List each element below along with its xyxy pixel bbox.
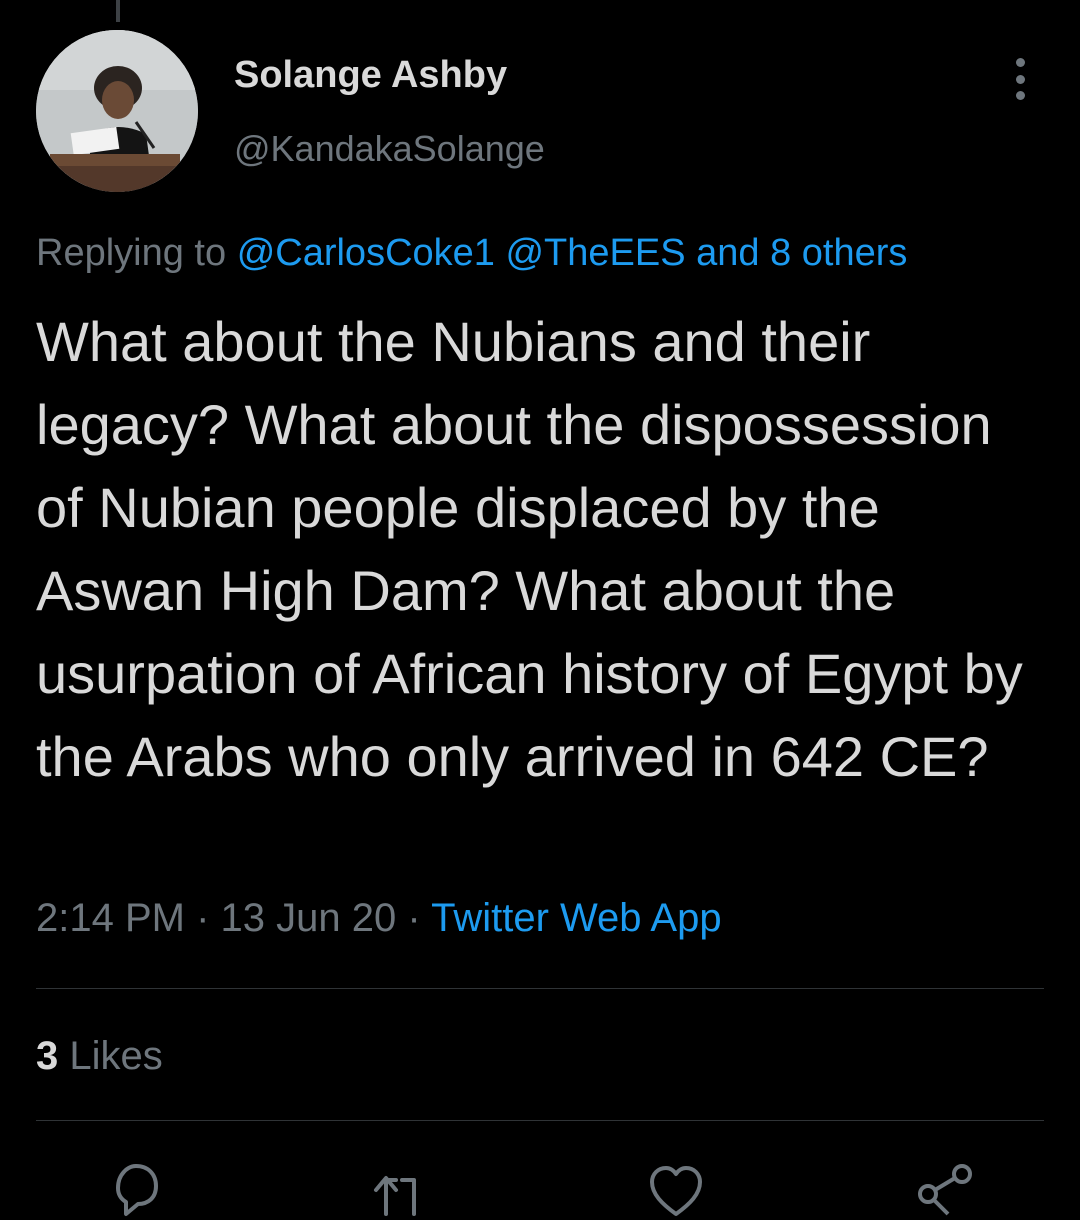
share-icon[interactable] xyxy=(914,1160,974,1220)
reply-mention-carloscoke1[interactable]: @CarlosCoke1 xyxy=(237,232,495,274)
tweet-time[interactable]: 2:14 PM xyxy=(36,896,185,940)
divider xyxy=(36,1120,1044,1121)
avatar-photo xyxy=(36,30,198,192)
tweet-date[interactable]: 13 Jun 20 xyxy=(221,896,397,940)
retweet-icon[interactable] xyxy=(370,1160,430,1220)
avatar[interactable] xyxy=(36,30,198,192)
likes-count: 3 xyxy=(36,1034,59,1078)
reply-mention-others[interactable]: @TheEES and 8 others xyxy=(505,232,907,274)
tweet-source[interactable]: Twitter Web App xyxy=(431,896,722,940)
reply-icon[interactable] xyxy=(106,1160,166,1220)
replying-prefix: Replying to xyxy=(36,232,227,274)
more-options-button[interactable] xyxy=(1006,56,1034,102)
author-name[interactable]: Solange Ashby xyxy=(234,54,507,97)
like-icon[interactable] xyxy=(646,1160,706,1220)
tweet-meta: 2:14 PM · 13 Jun 20 · Twitter Web App xyxy=(36,896,722,941)
more-icon-dot xyxy=(1015,74,1025,84)
thread-connector-line xyxy=(116,0,120,22)
more-icon-dot xyxy=(1015,91,1025,100)
likes-stat[interactable]: 3 Likes xyxy=(36,1034,163,1079)
author-handle[interactable]: @KandakaSolange xyxy=(234,128,545,170)
likes-label: Likes xyxy=(69,1034,163,1078)
meta-separator: · xyxy=(196,896,210,940)
tweet-text: What about the Nubians and their legacy?… xyxy=(36,310,1023,788)
meta-separator: · xyxy=(407,896,421,940)
more-icon-dot xyxy=(1015,58,1025,67)
divider xyxy=(36,988,1044,989)
replying-to-line: Replying to @CarlosCoke1 @TheEES and 8 o… xyxy=(36,232,907,275)
